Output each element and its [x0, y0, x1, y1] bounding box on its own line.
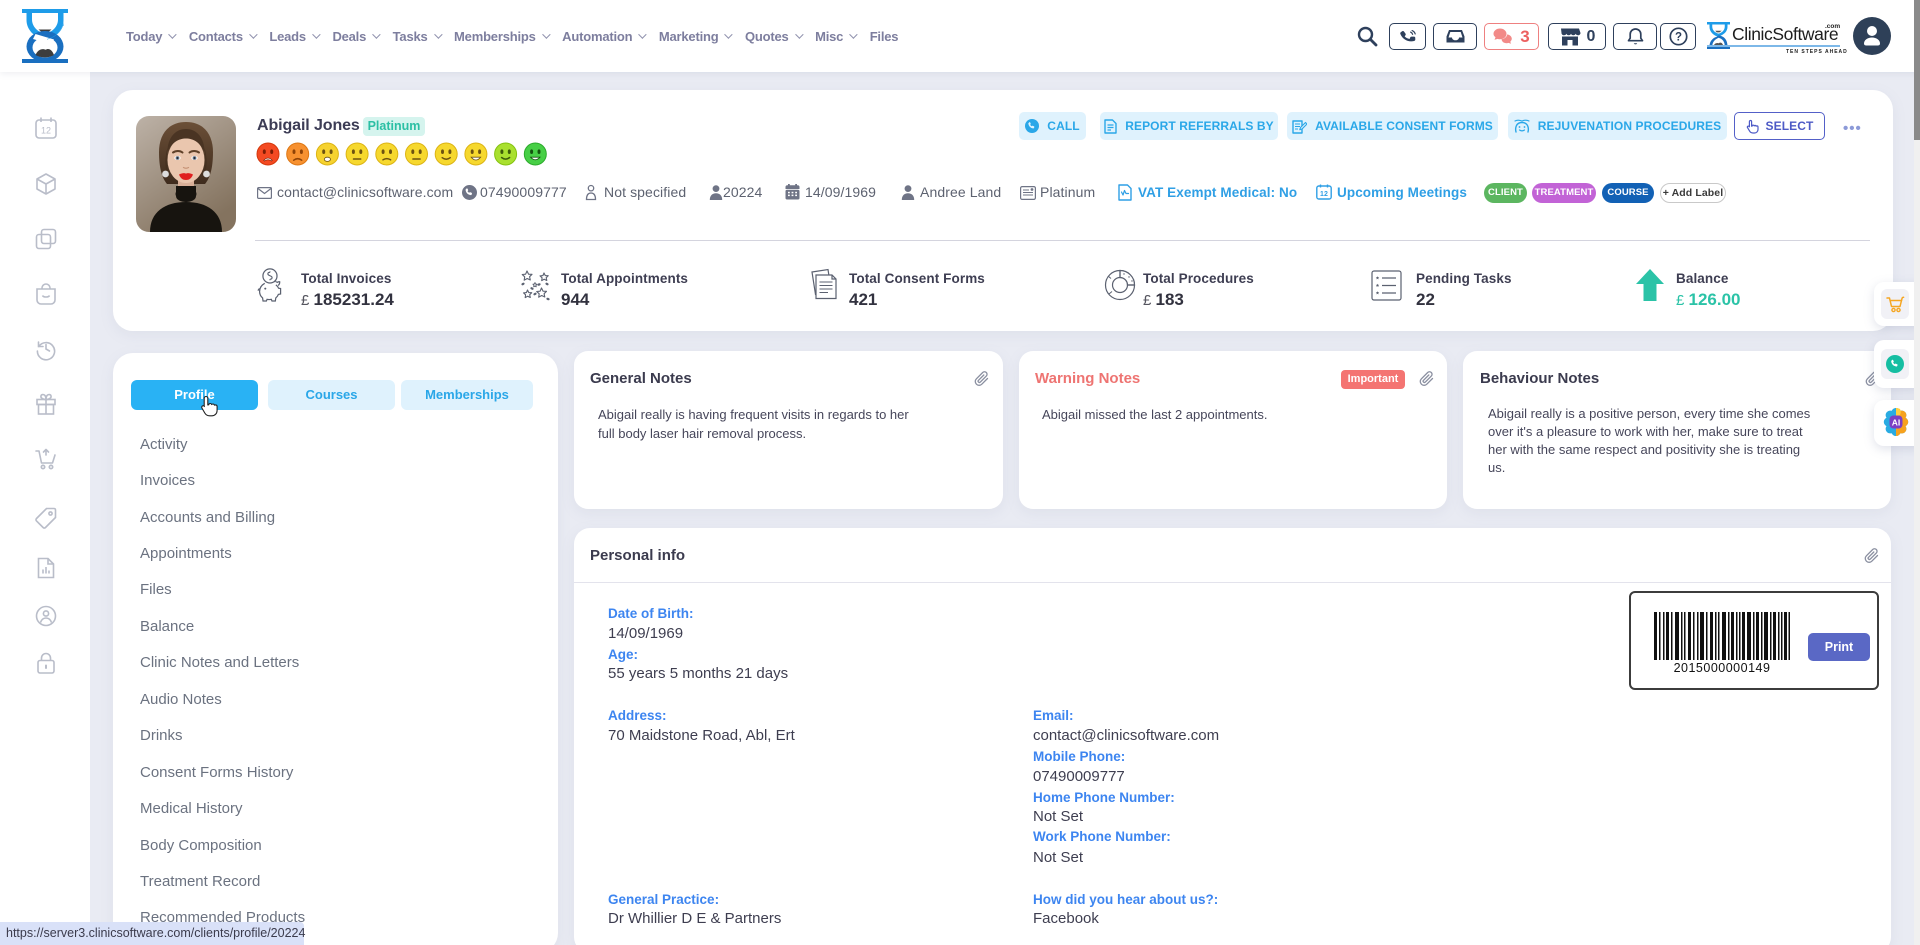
svg-text:12: 12 [41, 126, 51, 136]
svg-text:12: 12 [1320, 191, 1328, 198]
svg-text:AI: AI [1892, 418, 1901, 428]
svg-text:?: ? [1674, 32, 1681, 44]
